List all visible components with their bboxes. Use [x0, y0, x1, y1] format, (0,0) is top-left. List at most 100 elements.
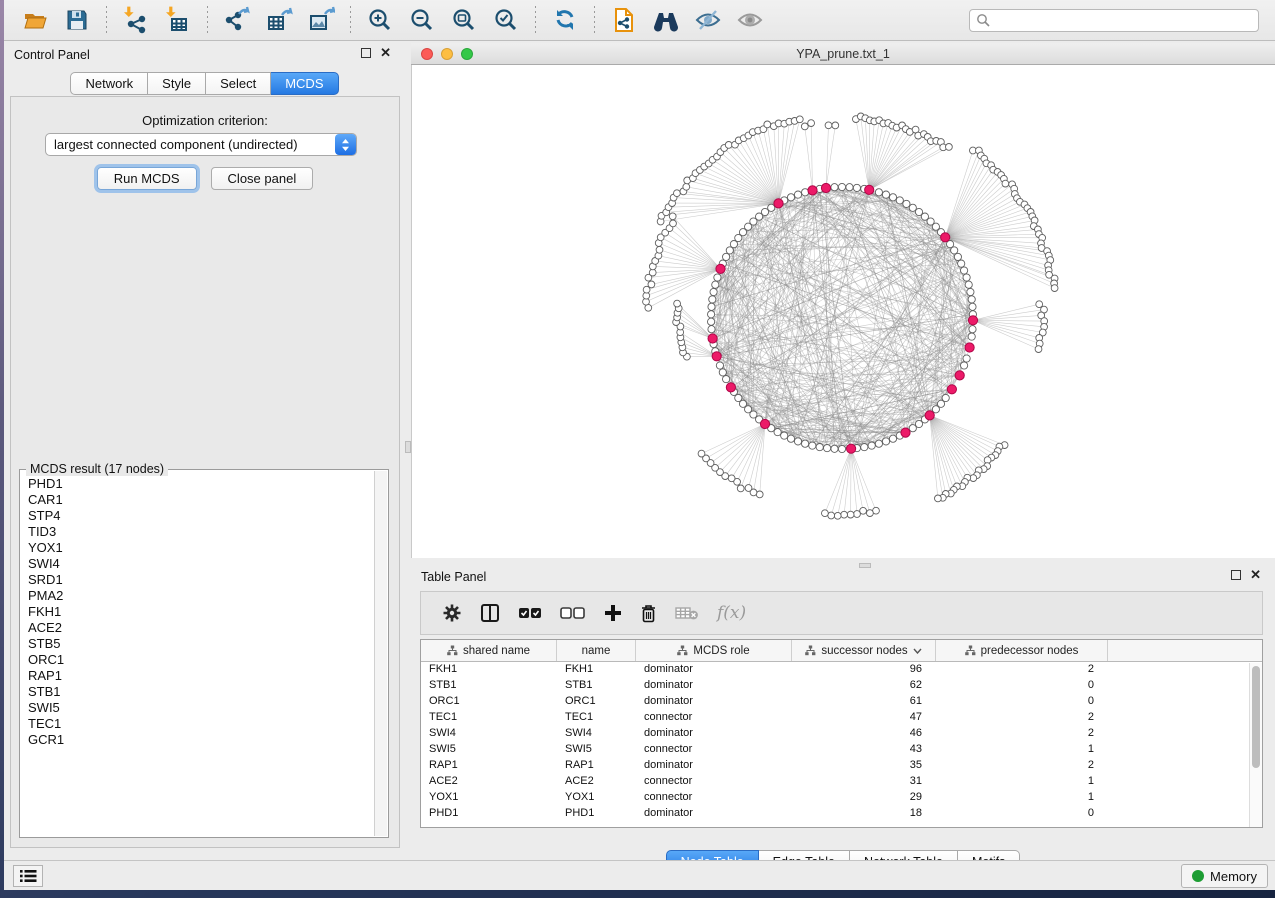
close-panel-button[interactable]: Close panel: [211, 167, 314, 190]
mcds-result-item[interactable]: TEC1: [22, 716, 373, 732]
tab-network[interactable]: Network: [70, 72, 148, 95]
mcds-result-item[interactable]: PMA2: [22, 588, 373, 604]
run-mcds-button[interactable]: Run MCDS: [97, 167, 197, 190]
table-cell: RAP1: [421, 758, 557, 774]
table-cell: 29: [792, 790, 936, 806]
search-input[interactable]: [990, 13, 1252, 27]
column-header-successor-nodes[interactable]: successor nodes: [792, 640, 936, 661]
combo-stepper-icon: [335, 134, 356, 155]
delete-icon[interactable]: [640, 604, 657, 623]
result-scrollbar[interactable]: [374, 471, 387, 836]
mcds-result-item[interactable]: SRD1: [22, 572, 373, 588]
table-row[interactable]: ORC1ORC1dominator610: [421, 694, 1262, 710]
search-box: [969, 9, 1259, 32]
column-view-icon[interactable]: [480, 603, 500, 623]
mcds-result-item[interactable]: ACE2: [22, 620, 373, 636]
network-view-canvas[interactable]: [411, 65, 1275, 558]
sort-indicator-icon: [913, 648, 922, 654]
table-cell: 2: [936, 710, 1108, 726]
table-cell: connector: [636, 710, 792, 726]
table-row[interactable]: RAP1RAP1dominator352: [421, 758, 1262, 774]
refresh-icon[interactable]: [550, 5, 580, 35]
task-list-button[interactable]: [13, 865, 43, 887]
mcds-result-list[interactable]: PHD1CAR1STP4TID3YOX1SWI4SRD1PMA2FKH1ACE2…: [22, 476, 373, 835]
table-row[interactable]: STB1STB1dominator620: [421, 678, 1262, 694]
export-image-icon[interactable]: [306, 5, 336, 35]
mcds-result-item[interactable]: STB5: [22, 636, 373, 652]
float-window-icon[interactable]: [361, 48, 371, 58]
mcds-result-item[interactable]: STB1: [22, 684, 373, 700]
import-network-icon[interactable]: [121, 5, 151, 35]
mcds-result-item[interactable]: SWI5: [22, 700, 373, 716]
column-header-shared-name[interactable]: shared name: [421, 640, 557, 661]
table-row[interactable]: TEC1TEC1connector472: [421, 710, 1262, 726]
network-window-title: YPA_prune.txt_1: [411, 47, 1275, 61]
close-panel-icon[interactable]: ✕: [1250, 570, 1261, 580]
zoom-in-icon[interactable]: [365, 5, 395, 35]
close-window-icon[interactable]: [421, 48, 433, 60]
mcds-result-item[interactable]: TID3: [22, 524, 373, 540]
tab-style[interactable]: Style: [148, 72, 206, 95]
export-table-icon[interactable]: [264, 5, 294, 35]
select-all-icon[interactable]: [518, 606, 542, 620]
deselect-all-icon[interactable]: [560, 606, 586, 620]
memory-label: Memory: [1210, 869, 1257, 884]
minimize-window-icon[interactable]: [441, 48, 453, 60]
table-row[interactable]: FKH1FKH1dominator962: [421, 662, 1262, 678]
mcds-result-item[interactable]: PHD1: [22, 476, 373, 492]
scrollbar-thumb[interactable]: [1252, 666, 1260, 768]
table-cell: ORC1: [421, 694, 557, 710]
hide-eye-icon[interactable]: [693, 5, 723, 35]
add-icon[interactable]: [604, 604, 622, 622]
control-panel-titlebar: Control Panel ✕: [4, 41, 405, 68]
mcds-result-item[interactable]: CAR1: [22, 492, 373, 508]
mcds-result-item[interactable]: RAP1: [22, 668, 373, 684]
toolbar-separator: [207, 6, 208, 34]
network-graph[interactable]: [412, 65, 1275, 558]
mcds-result-item[interactable]: ORC1: [22, 652, 373, 668]
table-cell: PHD1: [557, 806, 636, 822]
toolbar-separator: [535, 6, 536, 34]
table-remove-icon: [675, 605, 699, 621]
toolbar-separator: [594, 6, 595, 34]
mcds-result-item[interactable]: GCR1: [22, 732, 373, 748]
mcds-result-item[interactable]: STP4: [22, 508, 373, 524]
export-network-icon[interactable]: [222, 5, 252, 35]
binoculars-icon[interactable]: [651, 5, 681, 35]
table-panel-titlebar: Table Panel ✕: [411, 563, 1275, 590]
memory-button[interactable]: Memory: [1181, 864, 1268, 888]
tab-mcds[interactable]: MCDS: [271, 72, 338, 95]
table-cell: FKH1: [557, 662, 636, 678]
mcds-result-item[interactable]: SWI4: [22, 556, 373, 572]
folder-open-icon[interactable]: [20, 5, 50, 35]
criterion-select[interactable]: largest connected component (undirected): [45, 133, 357, 156]
mcds-result-item[interactable]: YOX1: [22, 540, 373, 556]
column-header-MCDS-role[interactable]: MCDS role: [636, 640, 792, 661]
gear-icon[interactable]: [442, 603, 462, 623]
table-cell: STB1: [557, 678, 636, 694]
column-header-label: successor nodes: [821, 645, 907, 657]
tab-select[interactable]: Select: [206, 72, 271, 95]
column-header-predecessor-nodes[interactable]: predecessor nodes: [936, 640, 1108, 661]
table-row[interactable]: SWI4SWI4dominator462: [421, 726, 1262, 742]
maximize-window-icon[interactable]: [461, 48, 473, 60]
zoom-out-icon[interactable]: [407, 5, 437, 35]
table-row[interactable]: SWI5SWI5connector431: [421, 742, 1262, 758]
column-header-name[interactable]: name: [557, 640, 636, 661]
zoom-selected-icon[interactable]: [491, 5, 521, 35]
table-scrollbar[interactable]: [1249, 663, 1262, 827]
table-row[interactable]: ACE2ACE2connector311: [421, 774, 1262, 790]
eye-icon[interactable]: [735, 5, 765, 35]
zoom-fit-icon[interactable]: [449, 5, 479, 35]
network-window-titlebar[interactable]: YPA_prune.txt_1: [411, 43, 1275, 65]
close-panel-icon[interactable]: ✕: [380, 48, 391, 58]
import-table-icon[interactable]: [163, 5, 193, 35]
table-cell: YOX1: [421, 790, 557, 806]
table-row[interactable]: PHD1PHD1dominator180: [421, 806, 1262, 822]
save-icon[interactable]: [62, 5, 92, 35]
float-window-icon[interactable]: [1231, 570, 1241, 580]
table-row[interactable]: YOX1YOX1connector291: [421, 790, 1262, 806]
network-file-icon[interactable]: [609, 5, 639, 35]
mcds-result-item[interactable]: FKH1: [22, 604, 373, 620]
column-header-label: predecessor nodes: [981, 645, 1079, 657]
